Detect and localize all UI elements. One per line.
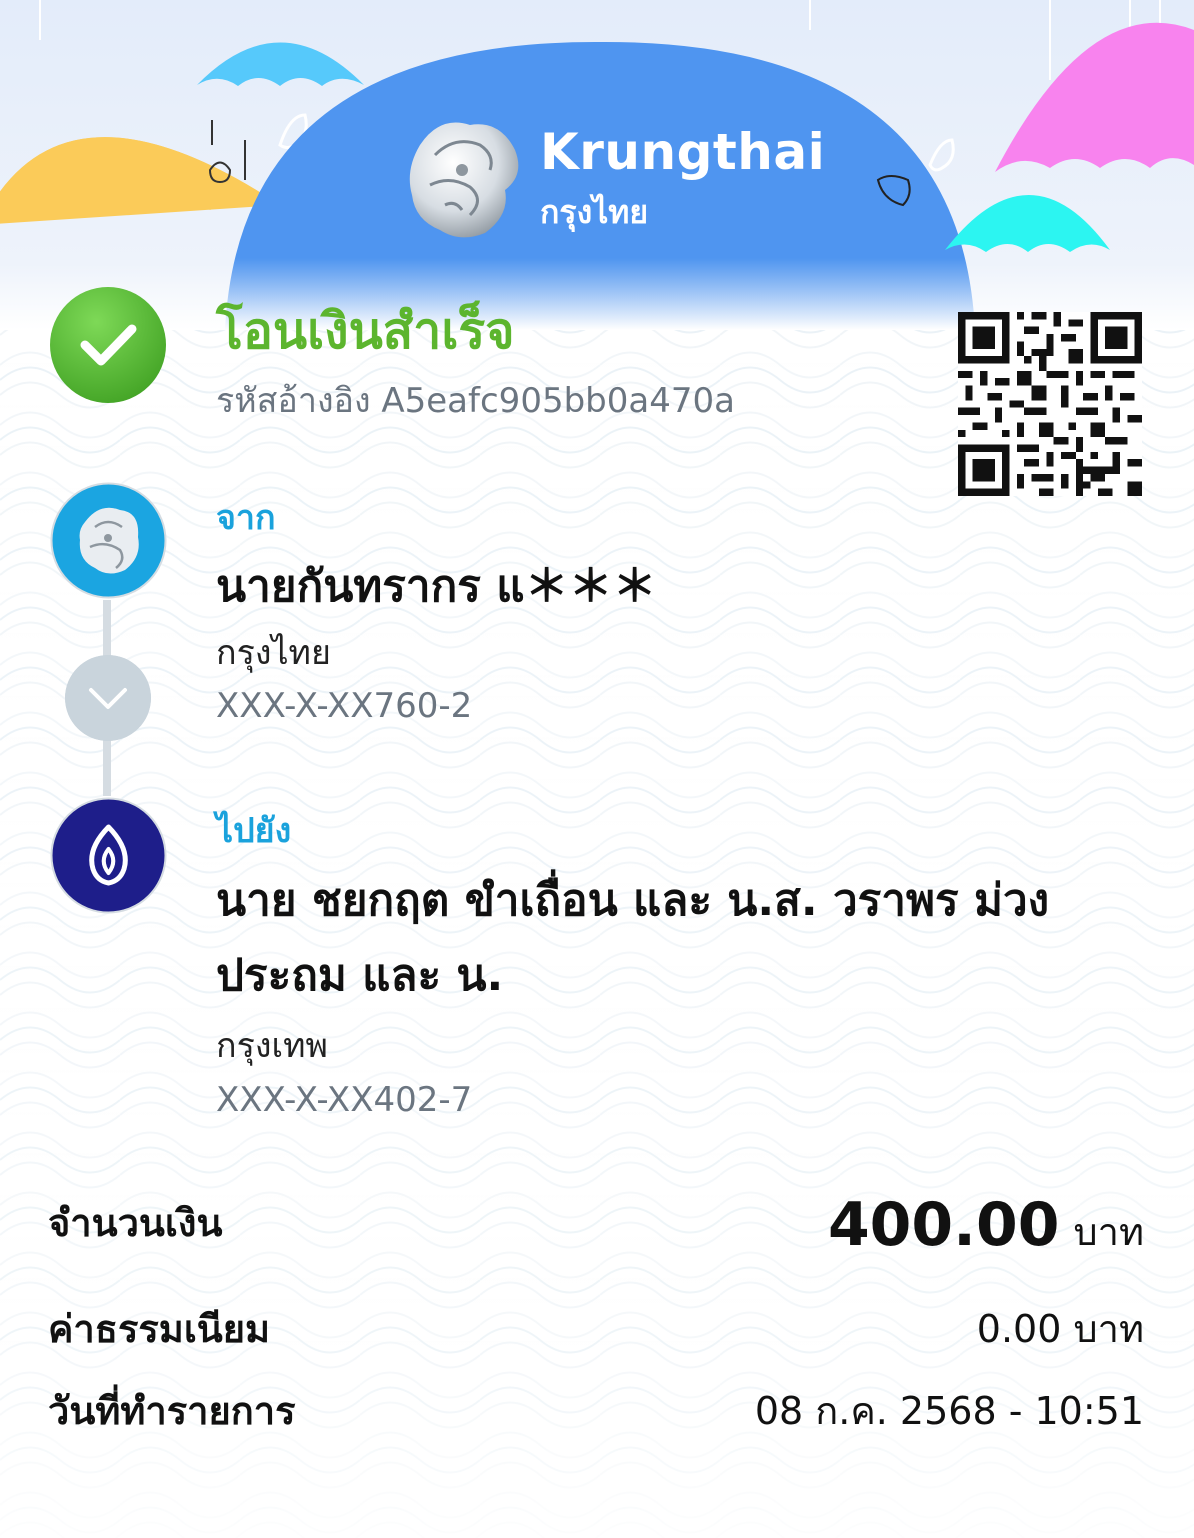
sender-name: นายกันทรากร แ＊＊＊ (216, 561, 657, 612)
sender-bank: กรุงไทย (216, 633, 331, 673)
check-icon (50, 287, 166, 403)
date-label: วันที่ทำรายการ (48, 1389, 296, 1433)
brand-name-en: Krungthai (540, 123, 826, 181)
amount-unit: บาท (1073, 1210, 1144, 1254)
date-value: 08 ก.ค. 2568 - 10:51 (754, 1389, 1144, 1433)
receiver-account: XXX-X-XX402-7 (216, 1080, 473, 1120)
receiver-name-line1: นาย ชยกฤต ขำเถื่อน และ น.ส. วราพร ม่วง (216, 875, 1050, 926)
krungthai-bank-icon (50, 482, 167, 599)
qr-code[interactable] (958, 312, 1142, 496)
krungthai-logo: Krungthai กรุงไทย (400, 115, 825, 245)
reference-code: A5eafc905bb0a470a (381, 381, 735, 421)
amount-label: จำนวนเงิน (48, 1201, 223, 1245)
brand-name-th: กรุงไทย (540, 193, 649, 231)
chevron-down-icon[interactable] (65, 655, 151, 741)
bangkok-bank-icon (50, 797, 167, 914)
to-label: ไปยัง (216, 811, 292, 851)
transfer-slip: Krungthai กรุงไทย โอนเงินสำเร็จ รหัสอ้าง… (0, 0, 1194, 1538)
from-label: จาก (216, 498, 276, 538)
fee-label: ค่าธรรมเนียม (48, 1307, 271, 1351)
reference-label: รหัสอ้างอิง (216, 381, 371, 421)
receiver-name-line2: ประถม และ น. (216, 950, 504, 1001)
status-title: โอนเงินสำเร็จ (216, 302, 515, 360)
receiver-bank: กรุงเทพ (216, 1026, 328, 1066)
amount-value-row: 400.00 บาท (828, 1190, 1144, 1262)
reference-line: รหัสอ้างอิง A5eafc905bb0a470a (216, 373, 735, 427)
garuda-bird-icon (409, 122, 519, 238)
fee-value: 0.00 บาท (976, 1307, 1144, 1351)
sender-account: XXX-X-XX760-2 (216, 686, 473, 726)
amount-value: 400.00 (827, 1190, 1060, 1260)
